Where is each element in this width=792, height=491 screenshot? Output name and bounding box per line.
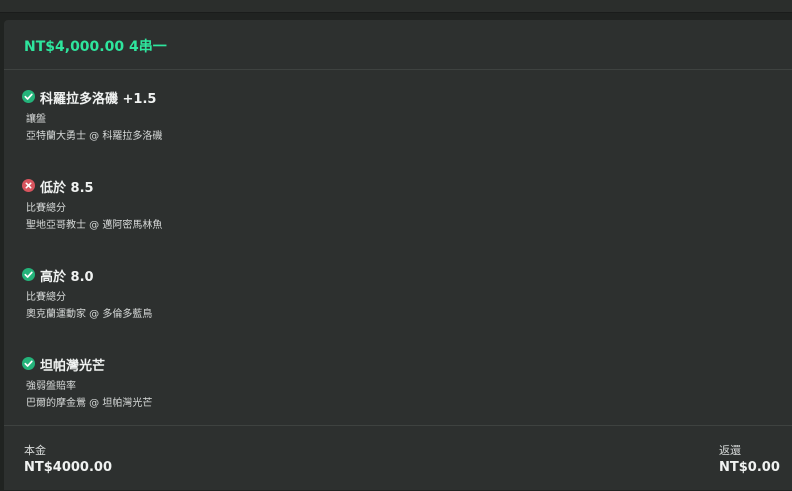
- bet-summary: 本金 NT$4000.00 返還 NT$0.00: [4, 425, 792, 491]
- top-strip: [0, 0, 792, 13]
- leg-event: 亞特蘭大勇士 @ 科羅拉多洛磯: [26, 131, 163, 142]
- leg-selection: 科羅拉多洛磯 +1.5: [40, 92, 157, 107]
- leg-selection: 低於 8.5: [40, 181, 94, 196]
- check-icon: [22, 90, 35, 103]
- return-value: NT$0.00: [719, 460, 780, 475]
- bet-header-title: NT$4,000.00 4串一: [24, 39, 167, 55]
- leg-event: 奧克蘭運動家 @ 多倫多藍鳥: [26, 309, 153, 320]
- leg-event: 巴爾的摩金鶯 @ 坦帕灣光芒: [26, 398, 153, 409]
- bet-card-header[interactable]: NT$4,000.00 4串一: [4, 20, 792, 70]
- leg-selection: 坦帕灣光芒: [40, 359, 106, 374]
- leg-market: 比賽總分: [26, 203, 66, 214]
- stake-value: NT$4000.00: [24, 460, 113, 475]
- cross-icon: [22, 179, 35, 192]
- check-icon: [22, 268, 35, 281]
- return-label: 返還: [719, 444, 741, 457]
- stake-label: 本金: [24, 444, 46, 457]
- leg-selection: 高於 8.0: [40, 270, 94, 285]
- leg-market: 比賽總分: [26, 292, 66, 303]
- bet-card: NT$4,000.00 4串一 科羅拉多洛磯 +1.5 讓盤 亞特蘭大勇士 @ …: [4, 20, 792, 490]
- leg-market: 強弱盤賠率: [26, 381, 76, 392]
- leg-market: 讓盤: [26, 114, 46, 125]
- leg-event: 聖地亞哥教士 @ 邁阿密馬林魚: [26, 220, 163, 231]
- check-icon: [22, 357, 35, 370]
